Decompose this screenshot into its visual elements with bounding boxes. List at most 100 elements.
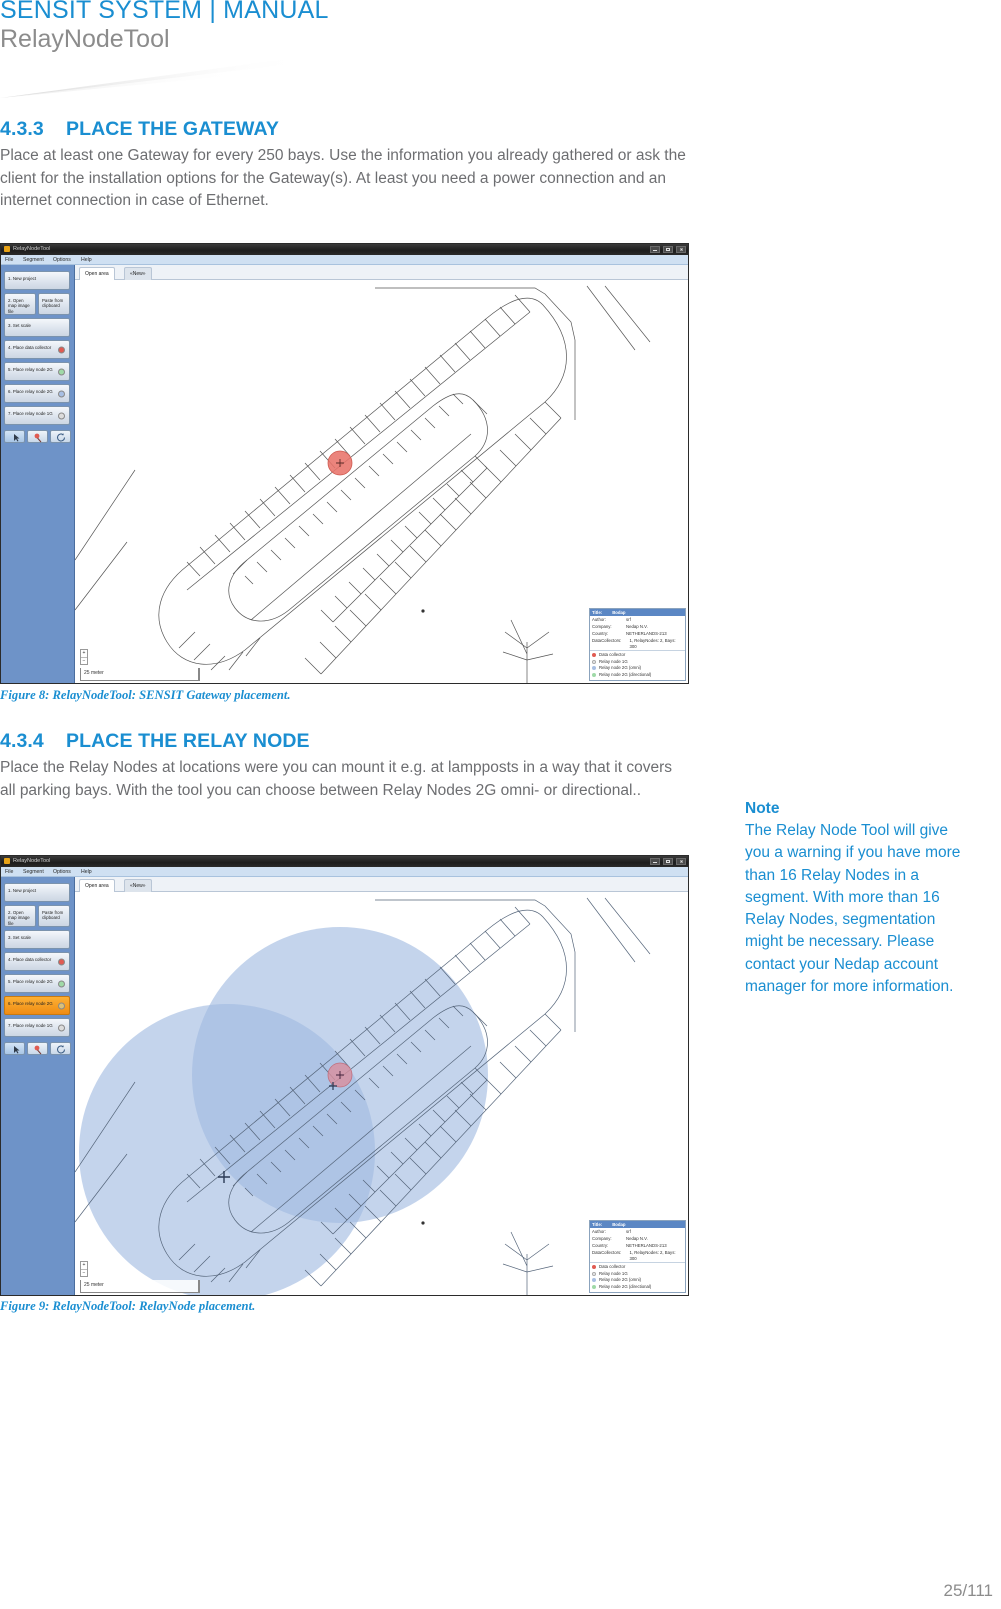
zoom-out-button[interactable]: −: [81, 657, 87, 664]
relaynodetool-window-gateway[interactable]: RelayNodeTool File Segment Options Help …: [0, 243, 689, 684]
sidebar-item-open-map[interactable]: 2. Open map image file: [4, 905, 36, 927]
project-info-panel: Title: Bodap Author: srf Company: Nedap …: [589, 1220, 686, 1293]
menu-item-segment[interactable]: Segment: [23, 256, 44, 264]
map-legend: Data collector Relay node 1G Relay node …: [590, 1262, 685, 1292]
menu-item-file[interactable]: File: [5, 868, 13, 876]
canvas-area[interactable]: Open area «New» + − 25 meter Title: Boda…: [75, 877, 688, 1295]
sidebar-item-paste-clipboard[interactable]: Paste from clipboard: [38, 293, 70, 315]
legend-item: Relay node 2G (directional): [592, 1284, 683, 1291]
info-value: Nedap N.V.: [626, 1235, 648, 1241]
info-title-key: Title:: [592, 610, 603, 615]
sidebar-item-place-data-collector[interactable]: 4. Place data collector: [4, 340, 70, 359]
sidebar-item-place-relay-node-2g-a[interactable]: 5. Place relay node 2G: [4, 974, 70, 993]
sidebar-item-new-project[interactable]: 1. New project: [4, 883, 70, 902]
maximize-button[interactable]: [663, 858, 673, 865]
minimize-button[interactable]: [650, 246, 660, 253]
tab-open-area[interactable]: Open area: [79, 267, 115, 280]
select-tool-button[interactable]: [4, 430, 25, 443]
sidebar-item-place-relay-node-1g[interactable]: 7. Place relay node 1G: [4, 1018, 70, 1037]
window-controls[interactable]: [650, 858, 686, 865]
map-canvas[interactable]: + − 25 meter Title: Bodap Author: srf Co…: [75, 280, 688, 683]
tab-strip[interactable]: Open area «New»: [75, 265, 688, 280]
menu-bar[interactable]: File Segment Options Help: [1, 867, 688, 877]
relay-node-1g-dot-icon: [58, 412, 65, 419]
zoom-out-button[interactable]: −: [81, 1269, 87, 1276]
delete-pin-tool-button[interactable]: [27, 430, 48, 443]
sidebar-label: 1. New project: [8, 276, 37, 281]
refresh-tool-button[interactable]: [50, 1042, 71, 1055]
sidebar-label: 1. New project: [8, 888, 37, 893]
info-value: srf: [626, 1228, 631, 1234]
sidebar-item-new-project[interactable]: 1. New project: [4, 271, 70, 290]
sidebar-item-place-relay-node-2g-b[interactable]: 6. Place relay node 2G: [4, 384, 70, 403]
info-key: Author:: [592, 616, 606, 622]
select-tool-button[interactable]: [4, 1042, 25, 1055]
app-body: 1. New project 2. Open map image file Pa…: [1, 265, 688, 683]
refresh-tool-button[interactable]: [50, 430, 71, 443]
info-row: Country: NETHERLANDS-213: [590, 630, 685, 637]
relaynodetool-window-relaynode[interactable]: RelayNodeTool File Segment Options Help …: [0, 855, 689, 1296]
project-info-panel: Title: Bodap Author: srf Company: Nedap …: [589, 608, 686, 681]
window-titlebar[interactable]: RelayNodeTool: [1, 856, 688, 867]
menu-item-help[interactable]: Help: [81, 256, 92, 264]
info-row: Country: NETHERLANDS-213: [590, 1242, 685, 1249]
sidebar-label: 3. Set scale: [8, 323, 31, 328]
sidebar-label: 6. Place relay node 2G: [8, 389, 53, 394]
sidebar-label: Paste from clipboard: [42, 910, 64, 921]
data-collector-legend-icon: [592, 1265, 596, 1270]
sidebar-item-place-data-collector[interactable]: 4. Place data collector: [4, 952, 70, 971]
scale-bar: 25 meter: [80, 668, 200, 681]
menu-item-segment[interactable]: Segment: [23, 868, 44, 876]
map-legend: Data collector Relay node 1G Relay node …: [590, 650, 685, 680]
close-button[interactable]: [676, 246, 686, 253]
tab-open-area[interactable]: Open area: [79, 879, 115, 892]
window-title-text: RelayNodeTool: [13, 858, 51, 864]
info-panel-header: Title: Bodap: [590, 609, 685, 616]
info-key: Country:: [592, 630, 609, 636]
maximize-button[interactable]: [663, 246, 673, 253]
minimize-button[interactable]: [650, 858, 660, 865]
canvas-area[interactable]: Open area «New» + − 25 meter Title: Boda…: [75, 265, 688, 683]
sidebar-item-paste-clipboard[interactable]: Paste from clipboard: [38, 905, 70, 927]
sidebar: 1. New project 2. Open map image file Pa…: [1, 877, 75, 1295]
zoom-controls[interactable]: + −: [80, 1261, 88, 1277]
menu-item-help[interactable]: Help: [81, 868, 92, 876]
info-row: Company: Nedap N.V.: [590, 1235, 685, 1242]
window-titlebar[interactable]: RelayNodeTool: [1, 244, 688, 255]
zoom-in-button[interactable]: +: [81, 1262, 87, 1269]
tool-row[interactable]: [4, 430, 71, 443]
info-row: DataCollectors: 1, RelayNodes: 2, Bays: …: [590, 637, 685, 650]
sidebar-item-set-scale[interactable]: 3. Set scale: [4, 318, 70, 337]
tab-strip[interactable]: Open area «New»: [75, 877, 688, 892]
app-body: 1. New project 2. Open map image file Pa…: [1, 877, 688, 1295]
close-button[interactable]: [676, 858, 686, 865]
delete-pin-tool-button[interactable]: [27, 1042, 48, 1055]
tab-new[interactable]: «New»: [124, 879, 152, 892]
header-swoosh-graphic: [0, 56, 310, 98]
scale-bar-tick: [198, 1280, 199, 1292]
menu-item-options[interactable]: Options: [53, 868, 71, 876]
note-body: The Relay Node Tool will give you a warn…: [745, 822, 961, 996]
gateway-marker[interactable]: [327, 1062, 353, 1088]
sidebar-item-place-relay-node-1g[interactable]: 7. Place relay node 1G: [4, 406, 70, 425]
zoom-in-button[interactable]: +: [81, 650, 87, 657]
sidebar-label: 2. Open map image file: [8, 298, 30, 314]
manual-title: SENSIT SYSTEM | MANUAL: [0, 0, 329, 24]
sidebar-item-open-map[interactable]: 2. Open map image file: [4, 293, 36, 315]
note-title: Note: [745, 800, 780, 817]
map-canvas[interactable]: + − 25 meter Title: Bodap Author: srf Co…: [75, 892, 688, 1295]
zoom-controls[interactable]: + −: [80, 649, 88, 665]
tool-row[interactable]: [4, 1042, 71, 1055]
menu-item-options[interactable]: Options: [53, 256, 71, 264]
window-controls[interactable]: [650, 246, 686, 253]
sidebar-label: 2. Open map image file: [8, 910, 30, 926]
sidebar-item-place-relay-node-2g-b[interactable]: 6. Place relay node 2G: [4, 996, 70, 1015]
tab-new[interactable]: «New»: [124, 267, 152, 280]
menu-item-file[interactable]: File: [5, 256, 13, 264]
menu-bar[interactable]: File Segment Options Help: [1, 255, 688, 265]
sidebar-item-set-scale[interactable]: 3. Set scale: [4, 930, 70, 949]
manual-subtitle: RelayNodeTool: [0, 25, 170, 53]
sidebar-item-place-relay-node-2g-a[interactable]: 5. Place relay node 2G: [4, 362, 70, 381]
info-row: DataCollectors: 1, RelayNodes: 2, Bays: …: [590, 1249, 685, 1262]
gateway-marker[interactable]: [327, 450, 353, 476]
